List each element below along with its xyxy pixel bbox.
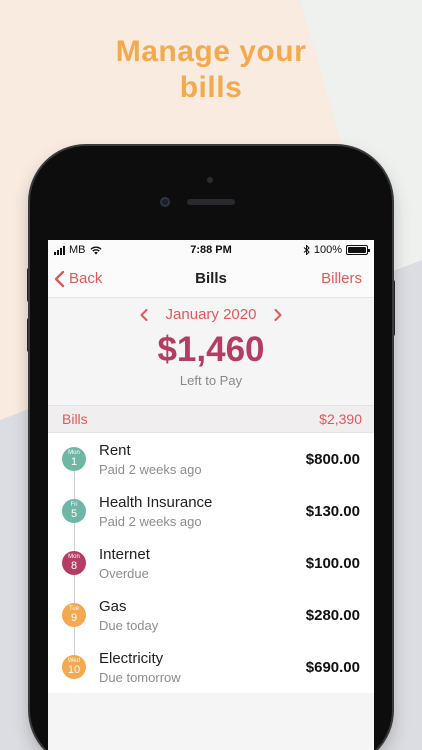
- bill-amount: $130.00: [305, 502, 360, 520]
- chevron-left-icon: [140, 308, 148, 321]
- navigation-bar: Back Bills Billers: [48, 260, 374, 298]
- month-summary: January 2020 $1,460 Left to Pay: [48, 298, 374, 405]
- left-to-pay-amount: $1,460: [157, 330, 265, 369]
- bill-name: Gas: [99, 597, 127, 615]
- marketing-headline: Manage your bills: [0, 34, 422, 106]
- chevron-right-icon: [274, 308, 282, 321]
- bill-status: Due tomorrow: [99, 669, 181, 685]
- date-badge: Tue 9: [62, 603, 86, 627]
- bills-section-header: Bills $2,390: [48, 405, 374, 433]
- status-time: 7:88 PM: [190, 244, 232, 256]
- list-item[interactable]: Fri 5 Health Insurance Paid 2 weeks ago …: [48, 485, 374, 537]
- phone-sensor: [207, 177, 213, 183]
- bill-amount: $690.00: [305, 658, 360, 676]
- section-label: Bills: [62, 411, 88, 427]
- bills-list: Mon 1 Rent Paid 2 weeks ago $800.00 Fri …: [48, 433, 374, 693]
- empty-area: [48, 693, 374, 750]
- bill-amount: $100.00: [305, 554, 360, 572]
- list-item[interactable]: Tue 9 Gas Due today $280.00: [48, 589, 374, 641]
- bill-status: Paid 2 weeks ago: [99, 461, 202, 477]
- back-button-label: Back: [69, 270, 103, 287]
- next-month-button[interactable]: [270, 307, 286, 323]
- day-number: 9: [70, 612, 78, 624]
- month-label[interactable]: January 2020: [166, 306, 257, 323]
- bill-amount: $280.00: [305, 606, 360, 624]
- battery-icon: [346, 245, 370, 255]
- day-number: 8: [70, 560, 78, 572]
- day-number: 5: [70, 508, 78, 520]
- phone-speaker: [187, 199, 235, 205]
- day-number: 10: [67, 664, 81, 676]
- list-item[interactable]: Wed 10 Electricity Due tomorrow $690.00: [48, 641, 374, 693]
- list-item[interactable]: Mon 8 Internet Overdue $100.00: [48, 537, 374, 589]
- date-badge: Mon 8: [62, 551, 86, 575]
- bill-status: Paid 2 weeks ago: [99, 513, 202, 529]
- bill-name: Internet: [99, 545, 150, 563]
- left-to-pay-label: Left to Pay: [179, 373, 243, 388]
- day-number: 1: [70, 456, 78, 468]
- date-badge: Fri 5: [62, 499, 86, 523]
- billers-button[interactable]: Billers: [321, 270, 374, 287]
- headline-line-2: bills: [179, 71, 243, 104]
- headline-line-1: Manage your: [115, 35, 307, 68]
- date-badge: Wed 10: [62, 655, 86, 679]
- list-item[interactable]: Mon 1 Rent Paid 2 weeks ago $800.00: [48, 433, 374, 485]
- bill-amount: $800.00: [305, 450, 360, 468]
- bill-name: Electricity: [99, 649, 164, 667]
- status-bar: MB 7:88 PM 100%: [48, 240, 374, 260]
- bill-name: Health Insurance: [99, 493, 213, 511]
- bill-name: Rent: [99, 441, 131, 459]
- section-total: $2,390: [319, 411, 362, 427]
- front-camera-icon: [160, 197, 170, 207]
- back-button[interactable]: Back: [48, 270, 102, 288]
- chevron-left-icon: [54, 270, 65, 287]
- app-screen: MB 7:88 PM 100% Back Bills Billers Janua…: [48, 240, 374, 750]
- previous-month-button[interactable]: [136, 307, 152, 323]
- date-badge: Mon 1: [62, 447, 86, 471]
- bill-status: Due today: [99, 617, 159, 633]
- bill-status: Overdue: [99, 565, 149, 581]
